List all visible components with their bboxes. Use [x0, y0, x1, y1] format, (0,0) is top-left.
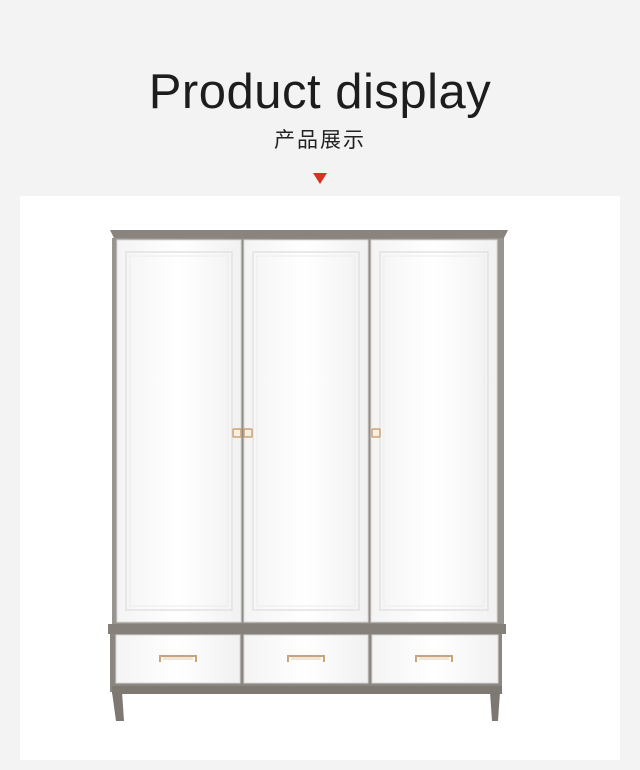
middle-door: [243, 239, 369, 623]
triangle-down-icon: [313, 173, 327, 184]
right-door: [370, 239, 498, 623]
page-title: Product display: [148, 65, 492, 119]
product-image: [20, 196, 620, 760]
wardrobe-illustration: [108, 230, 508, 721]
left-door: [116, 239, 242, 623]
wardrobe-legs: [112, 692, 500, 721]
page-header: Product display 产品展示: [0, 0, 640, 196]
page-subtitle: 产品展示: [274, 128, 366, 152]
wardrobe-top: [110, 230, 508, 238]
